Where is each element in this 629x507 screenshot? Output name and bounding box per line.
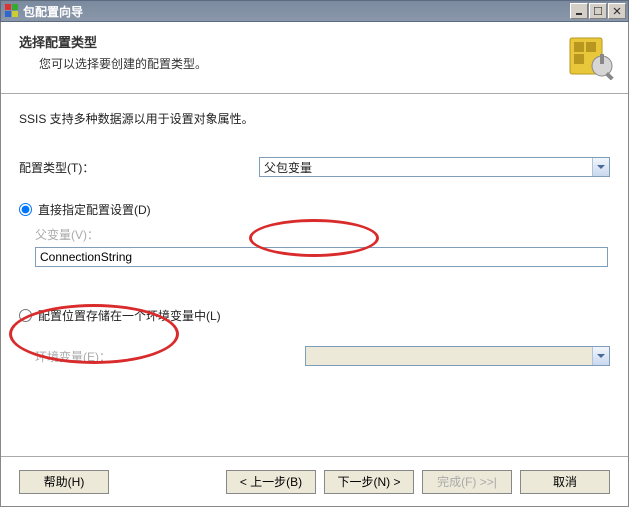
wizard-icon <box>568 32 616 80</box>
wizard-header: 选择配置类型 您可以选择要创建的配置类型。 <box>1 22 628 94</box>
env-var-select <box>305 346 610 366</box>
config-type-row: 配置类型(T)： 父包变量 <box>19 157 610 177</box>
radio-env-row: 配置位置存储在一个环境变量中(L) <box>19 307 610 324</box>
direct-settings-label: 直接指定配置设置(D) <box>38 201 151 218</box>
finish-button: 完成(F) >>| <box>422 470 512 494</box>
page-subtitle: 您可以选择要创建的配置类型。 <box>19 55 558 72</box>
back-button[interactable]: < 上一步(B) <box>226 470 316 494</box>
maximize-button[interactable] <box>589 3 607 19</box>
parent-variable-input[interactable] <box>35 247 608 267</box>
cancel-button[interactable]: 取消 <box>520 470 610 494</box>
direct-settings-radio[interactable] <box>19 203 32 216</box>
help-button[interactable]: 帮助(H) <box>19 470 109 494</box>
minimize-button[interactable] <box>570 3 588 19</box>
chevron-down-icon <box>592 347 609 365</box>
env-var-label: 环境变量(E)： <box>35 348 305 365</box>
config-type-label: 配置类型(T)： <box>19 159 259 176</box>
close-button[interactable] <box>608 3 626 19</box>
chevron-down-icon[interactable] <box>592 158 609 176</box>
app-icon <box>5 4 19 18</box>
content-area: SSIS 支持多种数据源以用于设置对象属性。 配置类型(T)： 父包变量 直接指… <box>1 94 628 456</box>
window-title: 包配置向导 <box>23 3 83 20</box>
env-var-radio[interactable] <box>19 309 32 322</box>
config-type-select[interactable]: 父包变量 <box>259 157 610 177</box>
next-button[interactable]: 下一步(N) > <box>324 470 414 494</box>
page-title: 选择配置类型 <box>19 32 558 51</box>
radio-direct-row: 直接指定配置设置(D) <box>19 201 610 218</box>
config-type-value: 父包变量 <box>260 158 592 177</box>
parent-variable-label: 父变量(V)： <box>35 226 610 243</box>
wizard-footer: 帮助(H) < 上一步(B) 下一步(N) > 完成(F) >>| 取消 <box>1 456 628 506</box>
env-var-row: 环境变量(E)： <box>35 346 610 366</box>
window-controls <box>570 3 628 19</box>
env-var-value <box>306 355 592 357</box>
description-text: SSIS 支持多种数据源以用于设置对象属性。 <box>19 110 610 127</box>
env-var-radio-label: 配置位置存储在一个环境变量中(L) <box>38 307 221 324</box>
titlebar: 包配置向导 <box>0 0 629 22</box>
window-body: 选择配置类型 您可以选择要创建的配置类型。 SSIS 支持多种数据源以用于设置对… <box>0 22 629 507</box>
